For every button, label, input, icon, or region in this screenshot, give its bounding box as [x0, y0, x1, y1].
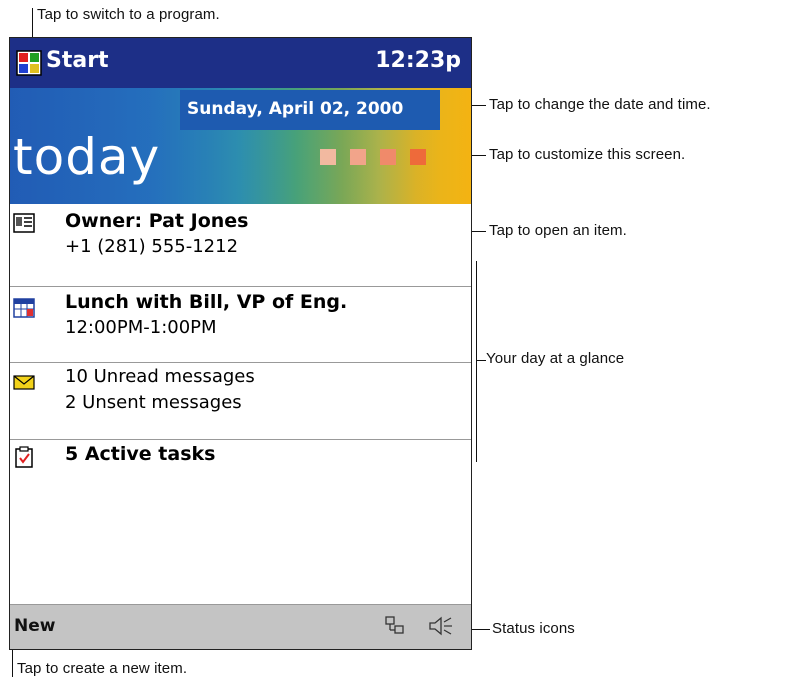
- owner-card-icon: [13, 213, 35, 233]
- callout-status-icons: Status icons: [492, 620, 575, 637]
- windows-flag-icon[interactable]: [16, 50, 42, 76]
- list-item-appointment[interactable]: Lunch with Bill, VP of Eng. 12:00PM-1:00…: [10, 287, 471, 363]
- owner-name: Owner: Pat Jones: [65, 210, 249, 232]
- title-bar: Start 12:23p: [10, 38, 471, 88]
- list-item-tasks[interactable]: 5 Active tasks: [10, 440, 471, 500]
- square-1: [320, 149, 336, 165]
- callout-customize: Tap to customize this screen.: [489, 146, 686, 163]
- active-tasks: 5 Active tasks: [65, 443, 216, 465]
- callout-line-day-glance-vertical: [476, 261, 477, 462]
- list-item-messages[interactable]: 10 Unread messages 2 Unsent messages: [10, 363, 471, 440]
- callout-line-day-glance: [476, 360, 486, 361]
- command-bar: New: [10, 604, 471, 649]
- pocket-pc-screen: Start 12:23p Sunday, April 02, 2000 toda…: [9, 37, 472, 650]
- square-3: [380, 149, 396, 165]
- callout-day-glance: Your day at a glance: [486, 350, 625, 367]
- calendar-icon: [13, 298, 35, 318]
- callout-change-date: Tap to change the date and time.: [489, 96, 711, 113]
- network-icon[interactable]: [384, 615, 406, 637]
- callout-line-switch: [32, 8, 33, 38]
- new-button[interactable]: New: [14, 616, 55, 636]
- clock[interactable]: 12:23p: [375, 48, 461, 73]
- date-display[interactable]: Sunday, April 02, 2000: [187, 99, 403, 119]
- appointment-time: 12:00PM-1:00PM: [65, 317, 217, 338]
- speaker-icon[interactable]: [428, 614, 454, 638]
- start-menu-button[interactable]: Start: [46, 48, 109, 73]
- owner-phone: +1 (281) 555-1212: [65, 236, 239, 257]
- task-clipboard-icon: [15, 446, 33, 468]
- square-2: [350, 149, 366, 165]
- callout-open-item: Tap to open an item.: [489, 222, 627, 239]
- list-item-owner[interactable]: Owner: Pat Jones +1 (281) 555-1212: [10, 204, 471, 287]
- unread-messages: 10 Unread messages: [65, 366, 255, 387]
- envelope-icon: [13, 375, 35, 390]
- callout-create-item: Tap to create a new item.: [17, 660, 188, 677]
- today-banner[interactable]: Sunday, April 02, 2000 today: [10, 88, 471, 204]
- customize-squares[interactable]: [320, 149, 430, 167]
- callout-line-create: [12, 650, 13, 677]
- square-4: [410, 149, 426, 165]
- today-label: today: [13, 128, 161, 186]
- unsent-messages: 2 Unsent messages: [65, 392, 242, 413]
- appointment-title: Lunch with Bill, VP of Eng.: [65, 291, 348, 313]
- callout-switch-program: Tap to switch to a program.: [37, 6, 220, 23]
